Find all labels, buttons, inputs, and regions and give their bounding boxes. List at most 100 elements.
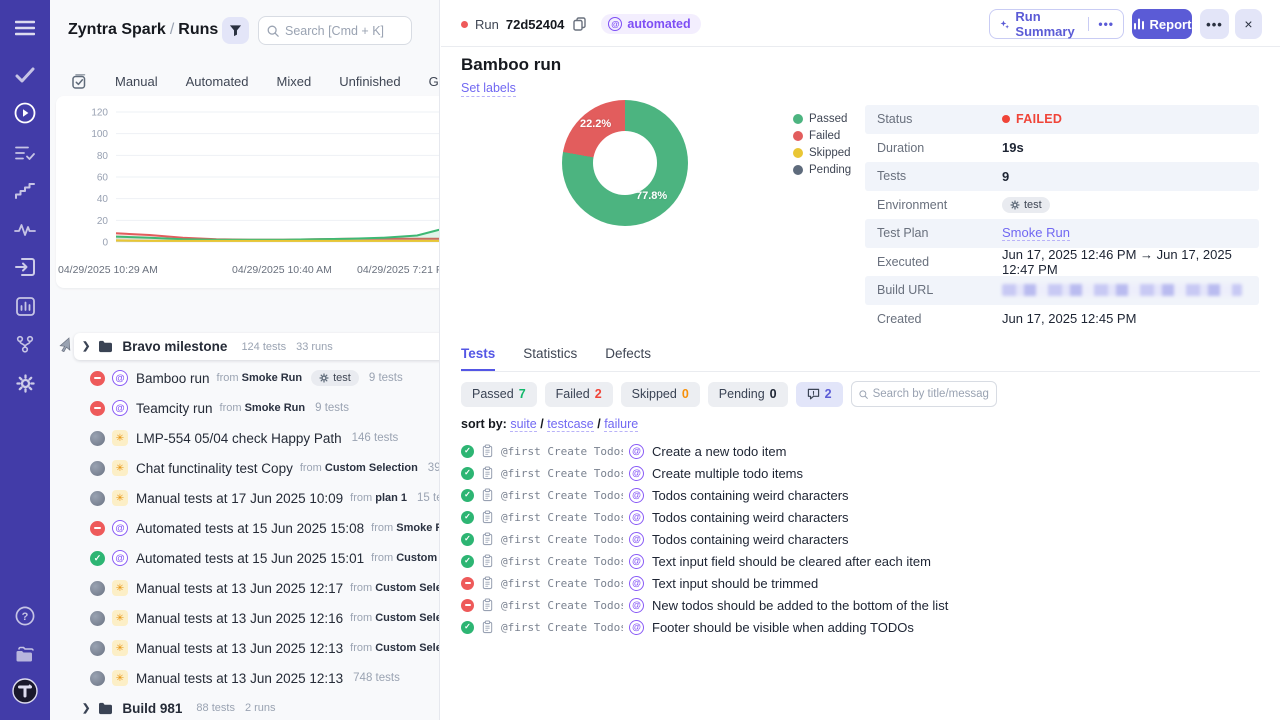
test-suite-path[interactable]: @first Create Todos... [501, 577, 623, 590]
report-button[interactable]: Report [1132, 9, 1192, 39]
analytics-icon[interactable] [0, 293, 50, 319]
run-row[interactable]: ✳Manual tests at 13 Jun 2025 12:16from C… [50, 603, 440, 633]
environment-badge[interactable]: test [1002, 197, 1050, 213]
tab-defects[interactable]: Defects [605, 346, 651, 371]
test-suite-path[interactable]: @first Create Todos... [501, 511, 623, 524]
run-row[interactable]: ✳Manual tests at 17 Jun 2025 10:09from p… [50, 483, 440, 513]
legend-dot-skipped [793, 148, 803, 158]
test-row[interactable]: @first Create Todos...@New todos should … [461, 594, 1261, 616]
test-row[interactable]: ✓@first Create Todos...@Todos containing… [461, 528, 1261, 550]
tab-mixed[interactable]: Mixed [263, 74, 326, 89]
legend-failed[interactable]: Failed [793, 130, 851, 142]
milestone-folder-row[interactable]: ❯Build 98188 tests2 runs [74, 693, 440, 720]
test-suite-path[interactable]: @first Create Todos... [501, 555, 623, 568]
test-row[interactable]: ✓@first Create Todos...@Create multiple … [461, 462, 1261, 484]
sort-suite-link[interactable]: suite [510, 417, 536, 432]
milestones-icon[interactable] [0, 178, 50, 204]
tab-groups[interactable]: Groups [415, 74, 440, 89]
tab-manual[interactable]: Manual [101, 74, 172, 89]
test-title[interactable]: Create multiple todo items [652, 466, 803, 481]
tests-search-input[interactable] [873, 388, 989, 400]
runs-search-input[interactable] [285, 24, 395, 38]
test-suite-path[interactable]: @first Create Todos... [501, 599, 623, 612]
help-icon[interactable]: ? [0, 603, 50, 629]
build-url-redacted[interactable] [1002, 284, 1242, 296]
logo[interactable] [0, 678, 50, 704]
projects-icon[interactable] [0, 641, 50, 667]
pulse-icon[interactable] [0, 216, 50, 242]
test-suite-path[interactable]: @first Create Todos... [501, 621, 623, 634]
test-suite-path[interactable]: @first Create Todos... [501, 489, 623, 502]
filter-passed-chip[interactable]: Passed7 [461, 382, 537, 407]
test-suite-path[interactable]: @first Create Todos... [501, 533, 623, 546]
runs-history-chart[interactable]: 120100806040200 [74, 102, 440, 264]
test-plans-icon[interactable] [0, 140, 50, 166]
tab-tests[interactable]: Tests [461, 346, 495, 371]
test-title[interactable]: Create a new todo item [652, 444, 786, 459]
automated-badge[interactable]: @ automated [601, 14, 700, 34]
run-summary-button[interactable]: Run Summary ••• [989, 9, 1124, 39]
run-row[interactable]: ✳LMP-554 05/04 check Happy Path146 tests [50, 423, 440, 453]
sort-failure-link[interactable]: failure [604, 417, 638, 432]
filter-comments-chip[interactable]: 2 [796, 382, 843, 407]
test-plan-link[interactable]: Smoke Run [1002, 225, 1070, 241]
legend-passed[interactable]: Passed [793, 113, 851, 125]
search-icon [267, 25, 279, 37]
tests-icon[interactable] [0, 62, 50, 88]
run-row[interactable]: @Teamcity runfrom Smoke Run9 tests [50, 393, 440, 423]
import-icon[interactable] [0, 254, 50, 280]
filter-button[interactable] [222, 17, 249, 44]
copy-icon[interactable] [573, 17, 586, 31]
close-run-button[interactable]: × [1235, 9, 1262, 39]
branches-icon[interactable] [0, 331, 50, 357]
report-label: Report [1150, 17, 1192, 32]
icon-sidebar: ? [0, 0, 50, 720]
milestone-folder-row[interactable]: ❯Bravo milestone124 tests33 runs [74, 333, 440, 360]
legend-pending[interactable]: Pending [793, 164, 851, 176]
tab-statistics[interactable]: Statistics [523, 346, 577, 371]
run-row[interactable]: ✓@Automated tests at 15 Jun 2025 15:01fr… [50, 543, 440, 573]
test-title[interactable]: Todos containing weird characters [652, 488, 849, 503]
settings-gear-icon[interactable] [0, 370, 50, 396]
select-all-icon[interactable] [72, 74, 87, 89]
filter-pending-chip[interactable]: Pending0 [708, 382, 788, 407]
runs-search[interactable] [258, 16, 412, 45]
menu-icon[interactable] [0, 15, 50, 41]
tests-search[interactable] [851, 381, 997, 407]
legend-skipped[interactable]: Skipped [793, 147, 851, 159]
sort-testcase-link[interactable]: testcase [547, 417, 594, 432]
run-row[interactable]: ✳Manual tests at 13 Jun 2025 12:13from C… [50, 633, 440, 663]
more-actions-button[interactable]: ••• [1200, 9, 1229, 39]
run-row[interactable]: ✳Chat functinality test Copyfrom Custom … [50, 453, 440, 483]
test-title[interactable]: Todos containing weird characters [652, 510, 849, 525]
tab-unfinished[interactable]: Unfinished [325, 74, 414, 89]
test-title[interactable]: Text input field should be cleared after… [652, 554, 931, 569]
run-details-table: Status FAILED Duration 19s Tests 9 Envir… [865, 105, 1259, 333]
passed-status-icon: ✓ [461, 467, 474, 480]
test-row[interactable]: ✓@first Create Todos...@Create a new tod… [461, 440, 1261, 462]
run-summary-more-button[interactable]: ••• [1088, 17, 1123, 31]
breadcrumb[interactable]: Zyntra Spark/Runs [68, 21, 218, 39]
run-row[interactable]: @Bamboo runfrom Smoke Runtest9 tests [50, 363, 440, 393]
test-title[interactable]: Footer should be visible when adding TOD… [652, 620, 914, 635]
automated-icon: @ [112, 520, 128, 536]
test-title[interactable]: New todos should be added to the bottom … [652, 598, 948, 613]
test-row[interactable]: ✓@first Create Todos...@Todos containing… [461, 506, 1261, 528]
run-row[interactable]: ✳Manual tests at 13 Jun 2025 12:17from C… [50, 573, 440, 603]
tab-automated[interactable]: Automated [172, 74, 263, 89]
run-row[interactable]: ✳Manual tests at 13 Jun 2025 12:13748 te… [50, 663, 440, 693]
test-title[interactable]: Text input should be trimmed [652, 576, 818, 591]
test-row[interactable]: ✓@first Create Todos...@Footer should be… [461, 616, 1261, 638]
run-row[interactable]: @Automated tests at 15 Jun 2025 15:08fro… [50, 513, 440, 543]
filter-skipped-chip[interactable]: Skipped0 [621, 382, 700, 407]
test-suite-path[interactable]: @first Create Todos... [501, 467, 623, 480]
test-title[interactable]: Todos containing weird characters [652, 532, 849, 547]
test-row[interactable]: @first Create Todos...@Text input should… [461, 572, 1261, 594]
filter-failed-chip[interactable]: Failed2 [545, 382, 613, 407]
test-row[interactable]: ✓@first Create Todos...@Todos containing… [461, 484, 1261, 506]
runs-icon[interactable] [0, 100, 50, 126]
set-labels-link[interactable]: Set labels [461, 81, 516, 97]
test-row[interactable]: ✓@first Create Todos...@Text input field… [461, 550, 1261, 572]
breadcrumb-project[interactable]: Zyntra Spark [68, 21, 166, 38]
test-suite-path[interactable]: @first Create Todos... [501, 445, 623, 458]
